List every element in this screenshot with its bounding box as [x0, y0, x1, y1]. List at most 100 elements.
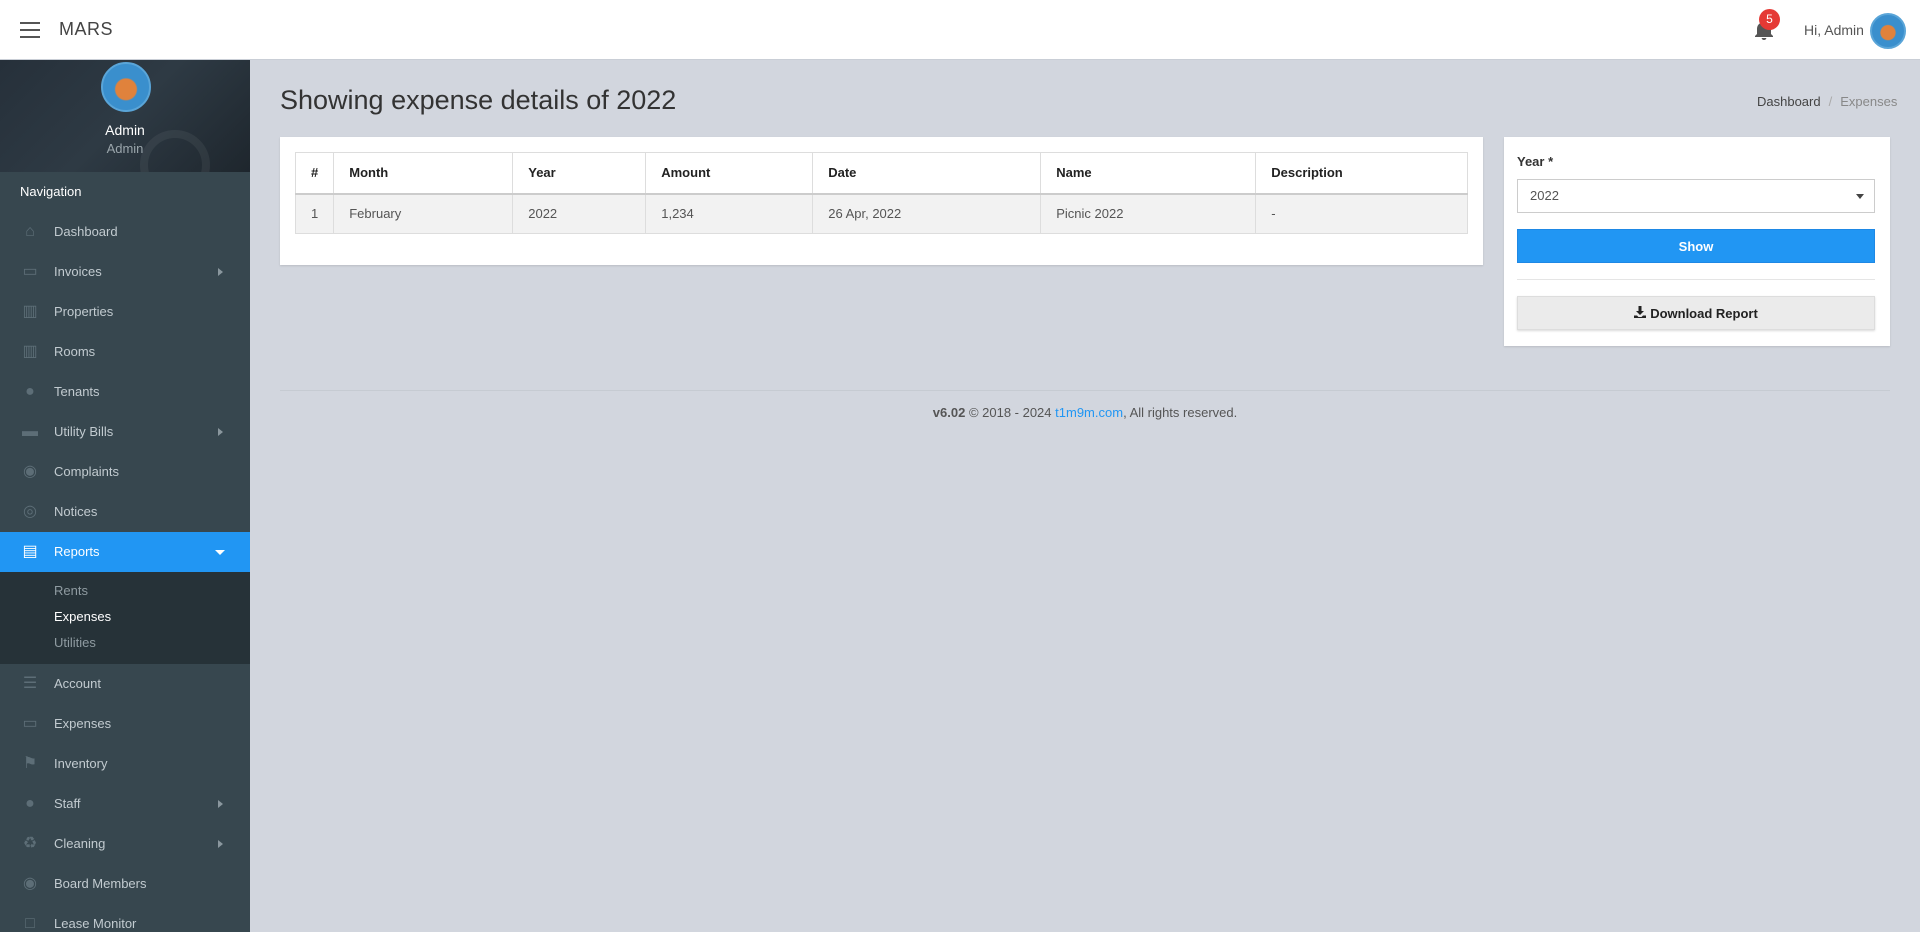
- sidebar-item-staff[interactable]: ● Staff: [0, 784, 250, 824]
- sidebar-item-label: Properties: [54, 304, 114, 319]
- broadcast-icon: ◎: [23, 503, 37, 520]
- sidebar-item-rooms[interactable]: ▥ Rooms: [0, 332, 250, 372]
- sidebar-item-tenants[interactable]: ● Tenants: [0, 372, 250, 412]
- notification-badge: 5: [1759, 9, 1780, 30]
- sidebar-item-label: Utility Bills: [54, 424, 114, 439]
- footer-version: v6.02: [932, 405, 966, 420]
- sidebar-item-label: Inventory: [54, 756, 108, 771]
- footer-link[interactable]: t1m9m.com: [1055, 405, 1123, 420]
- sidebar-item-inventory[interactable]: ⚑ Inventory: [0, 744, 250, 784]
- sidebar-item-label: Rooms: [54, 344, 96, 359]
- sidebar-item-board-members[interactable]: ◉ Board Members: [0, 864, 250, 904]
- sidebar-item-invoices[interactable]: ▭ Invoices: [0, 252, 250, 292]
- user-circle-icon: ◉: [23, 875, 37, 892]
- sidebar-user-role: Admin: [106, 141, 144, 156]
- menu-toggle-icon[interactable]: [20, 22, 40, 38]
- footer-rights: , All rights reserved.: [1123, 405, 1238, 420]
- download-report-label: Download Report: [1650, 306, 1758, 321]
- caret-right-icon: [218, 840, 223, 848]
- users-icon: ●: [25, 383, 35, 400]
- footer-copyright: © 2018 - 2024: [968, 405, 1052, 420]
- breadcrumb-separator: /: [1828, 94, 1833, 109]
- column-header-name: Name: [1040, 152, 1257, 195]
- sidebar-item-account[interactable]: ☰ Account: [0, 664, 250, 704]
- expense-table: # Month Year Amount Date Name Descriptio…: [294, 152, 1468, 234]
- cell-index: 1: [294, 193, 335, 234]
- sidebar-item-lease-monitor[interactable]: □ Lease Monitor: [0, 904, 250, 932]
- sidebar-item-label: Notices: [54, 504, 98, 519]
- table-header-row: # Month Year Amount Date Name Descriptio…: [294, 152, 1468, 195]
- reports-submenu: Rents Expenses Utilities: [0, 572, 250, 664]
- column-header-index: #: [294, 152, 335, 195]
- column-header-year: Year: [512, 152, 647, 195]
- building-icon: ▥: [22, 303, 38, 320]
- user-greeting[interactable]: Hi, Admin: [1804, 22, 1864, 38]
- home-icon: ⌂: [25, 223, 35, 240]
- sidebar-subitem-utilities[interactable]: Utilities: [0, 630, 250, 656]
- sidebar-item-label: Board Members: [54, 876, 147, 891]
- sidebar-item-notices[interactable]: ◎ Notices: [0, 492, 250, 532]
- expense-table-box: # Month Year Amount Date Name Descriptio…: [280, 137, 1483, 265]
- cell-month: February: [333, 193, 514, 234]
- caret-down-icon: [215, 550, 225, 555]
- divider: [1517, 279, 1875, 280]
- flag-icon: ⚑: [22, 755, 38, 772]
- column-header-date: Date: [812, 152, 1042, 195]
- table-row: 1 February 2022 1,234 26 Apr, 2022 Picni…: [294, 193, 1468, 234]
- column-header-amount: Amount: [645, 152, 814, 195]
- sidebar-item-complaints[interactable]: ◉ Complaints: [0, 452, 250, 492]
- download-report-button[interactable]: Download Report: [1517, 296, 1875, 330]
- caret-right-icon: [218, 268, 223, 276]
- sidebar-item-expenses[interactable]: ▭ Expenses: [0, 704, 250, 744]
- sidebar: Admin Admin Navigation ⌂ Dashboard ▭ Inv…: [0, 60, 250, 932]
- sidebar-item-label: Account: [54, 676, 101, 691]
- money-icon: ▬: [22, 423, 38, 440]
- sidebar-item-label: Tenants: [54, 384, 100, 399]
- column-header-description: Description: [1255, 152, 1468, 195]
- sidebar-user-name: Admin: [105, 122, 145, 138]
- sidebar-avatar: [101, 62, 151, 112]
- sidebar-item-label: Dashboard: [54, 224, 118, 239]
- user-panel: Admin Admin: [0, 60, 250, 172]
- file-excel-icon: ▤: [22, 543, 38, 560]
- sidebar-item-label: Reports: [54, 544, 100, 559]
- sidebar-item-label: Lease Monitor: [54, 916, 137, 931]
- filter-panel: Year * 2022 Show Download Report: [1504, 137, 1890, 346]
- sidebar-item-label: Cleaning: [54, 836, 106, 851]
- year-select[interactable]: 2022: [1517, 179, 1875, 213]
- download-icon: [1634, 306, 1647, 318]
- footer-divider: [280, 390, 1890, 391]
- caret-right-icon: [218, 428, 223, 436]
- cell-name: Picnic 2022: [1040, 193, 1257, 234]
- footer: v6.02 © 2018 - 2024 t1m9m.com, All right…: [280, 405, 1890, 420]
- building-icon: ▥: [22, 343, 38, 360]
- card-icon: ▭: [22, 715, 38, 732]
- sidebar-subitem-expenses[interactable]: Expenses: [0, 604, 250, 630]
- credit-card-icon: ▭: [22, 263, 38, 280]
- user-avatar[interactable]: [1870, 13, 1906, 49]
- user-icon: ●: [25, 795, 35, 812]
- sidebar-item-label: Complaints: [54, 464, 120, 479]
- sidebar-item-dashboard[interactable]: ⌂ Dashboard: [0, 212, 250, 252]
- show-button[interactable]: Show: [1517, 229, 1875, 263]
- sidebar-item-utility-bills[interactable]: ▬ Utility Bills: [0, 412, 250, 452]
- column-header-month: Month: [333, 152, 514, 195]
- top-navbar: MARS 5 Hi, Admin: [0, 0, 1920, 60]
- recycle-icon: ♻: [22, 835, 38, 852]
- brand-logo-text[interactable]: MARS: [59, 19, 113, 40]
- cell-year: 2022: [512, 193, 647, 234]
- sidebar-item-reports[interactable]: ▤ Reports: [0, 532, 250, 572]
- life-ring-icon: ◉: [23, 463, 37, 480]
- square-icon: □: [25, 915, 35, 932]
- sidebar-item-cleaning[interactable]: ♻ Cleaning: [0, 824, 250, 864]
- breadcrumb-dashboard[interactable]: Dashboard: [1757, 94, 1821, 109]
- page-title: Showing expense details of 2022: [280, 85, 677, 115]
- cell-description: -: [1255, 193, 1468, 234]
- nav-header: Navigation: [0, 172, 250, 212]
- cell-amount: 1,234: [645, 193, 814, 234]
- sidebar-item-properties[interactable]: ▥ Properties: [0, 292, 250, 332]
- chevron-down-icon: [1856, 194, 1864, 199]
- sidebar-item-label: Expenses: [54, 716, 112, 731]
- year-label: Year *: [1517, 154, 1554, 169]
- sidebar-subitem-rents[interactable]: Rents: [0, 578, 250, 604]
